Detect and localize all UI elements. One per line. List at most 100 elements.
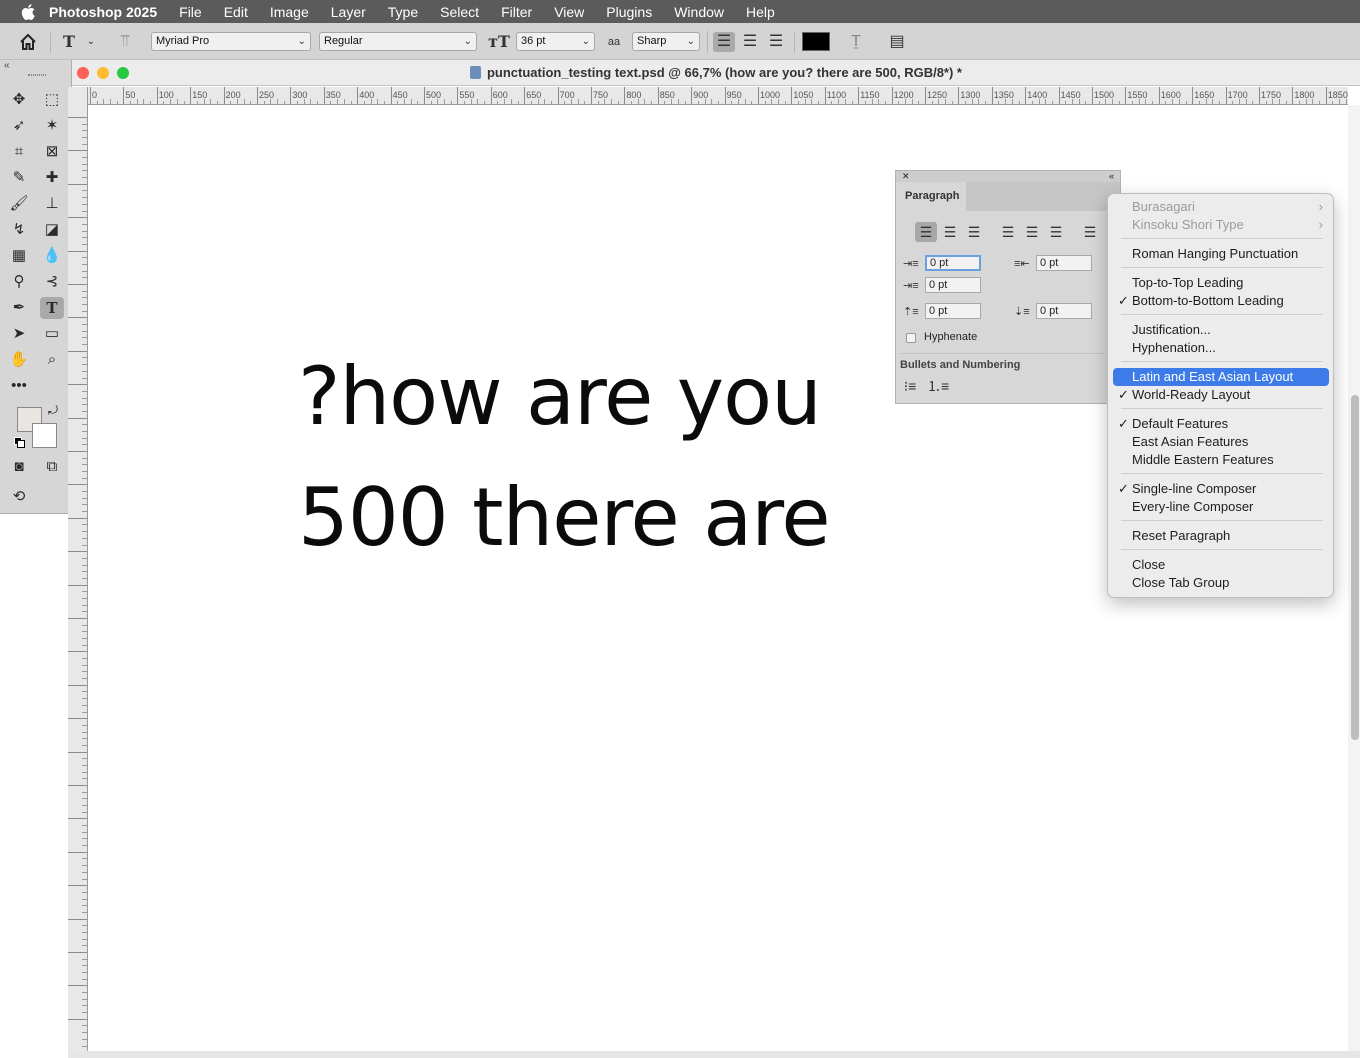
ruler-tick-label: 300 [292,90,308,100]
menu-item-close-tab-group[interactable]: Close Tab Group [1113,574,1329,592]
justify-last-center-icon[interactable]: ☰ [1021,222,1043,242]
close-icon[interactable]: ✕ [902,171,910,182]
background-color-swatch[interactable] [32,423,57,448]
menu-item-middle-eastern-features[interactable]: Middle Eastern Features [1113,451,1329,469]
lasso-tool-icon[interactable]: ➶ [7,115,31,137]
text-orientation-icon[interactable]: ⫪ [114,32,136,52]
collapse-panel-icon[interactable]: « [4,60,10,71]
menu-layer[interactable]: Layer [331,4,366,20]
type-tool-preset-icon[interactable]: T [58,32,80,52]
type-tool-icon[interactable]: T [40,297,64,319]
zoom-tool-icon[interactable]: ⌕ [40,349,64,371]
clone-stamp-tool-icon[interactable]: ⊥ [40,193,64,215]
menu-item-justification[interactable]: Justification... [1113,321,1329,339]
menu-item-latin-east-asian-layout[interactable]: Latin and East Asian Layout [1113,368,1329,386]
menu-item-single-line-composer[interactable]: ✓ Single-line Composer [1113,480,1329,498]
screen-mode-icon[interactable]: ⧉ [40,456,64,478]
home-icon[interactable] [17,32,39,52]
eraser-tool-icon[interactable]: ◪ [40,219,64,241]
text-layer-line-1[interactable]: ?how are you [298,350,822,443]
menu-item-default-features[interactable]: ✓ Default Features [1113,415,1329,433]
gradient-tool-icon[interactable]: ▦ [7,245,31,267]
menu-item-roman-hanging[interactable]: Roman Hanging Punctuation [1113,245,1329,263]
chevron-down-icon[interactable]: ⌄ [80,32,102,52]
eyedropper-tool-icon[interactable]: ✎ [7,167,31,189]
collapse-icon[interactable]: « [1109,171,1114,182]
crop-tool-icon[interactable]: ⌗ [7,141,31,163]
space-before-field[interactable]: 0 pt [925,303,981,319]
menu-filter[interactable]: Filter [501,4,532,20]
apple-icon[interactable] [21,3,35,20]
history-brush-tool-icon[interactable]: ↯ [7,219,31,241]
drag-handle[interactable] [28,74,46,76]
document-tab[interactable]: punctuation_testing text.psd @ 66,7% (ho… [72,65,1360,80]
hand-tool-icon[interactable]: ✋ [7,349,31,371]
menu-item-reset-paragraph[interactable]: Reset Paragraph [1113,527,1329,545]
numbered-list-icon[interactable]: ⒈≡ [927,376,949,396]
align-center-icon[interactable]: ☰ [939,222,961,242]
brush-tool-icon[interactable]: 🖌 [7,193,31,215]
pen-curvature-tool-icon[interactable]: ⊰ [40,271,64,293]
indent-left-field[interactable]: 0 pt [925,255,981,271]
quick-mask-icon[interactable]: ◙ [7,456,31,478]
menu-item-hyphenation[interactable]: Hyphenation... [1113,339,1329,357]
font-style-select[interactable]: Regular ⌄ [319,32,477,51]
vertical-ruler[interactable] [68,87,88,1058]
menu-file[interactable]: File [179,4,202,20]
menu-item-world-ready-layout[interactable]: ✓ World-Ready Layout [1113,386,1329,404]
blur-tool-icon[interactable]: 💧 [40,245,64,267]
default-colors-icon[interactable] [14,437,25,448]
swap-colors-icon[interactable]: ⤾ [48,403,58,418]
hyphenate-checkbox[interactable] [906,333,916,343]
pen-tool-icon[interactable]: ✒ [7,297,31,319]
menu-item-east-asian-features[interactable]: East Asian Features [1113,433,1329,451]
align-right-icon[interactable]: ☰ [963,222,985,242]
menu-help[interactable]: Help [746,4,775,20]
menu-edit[interactable]: Edit [224,4,248,20]
menu-item-top-to-top-leading[interactable]: Top-to-Top Leading [1113,274,1329,292]
edit-toolbar-icon[interactable]: ⟲ [7,486,31,508]
menu-select[interactable]: Select [440,4,479,20]
warp-text-icon[interactable]: Ṯ [845,32,867,52]
path-selection-tool-icon[interactable]: ➤ [7,323,31,345]
magic-wand-tool-icon[interactable]: ✶ [40,115,64,137]
menu-item-bottom-to-bottom-leading[interactable]: ✓ Bottom-to-Bottom Leading [1113,292,1329,310]
indent-right-field[interactable]: 0 pt [1036,255,1092,271]
horizontal-ruler[interactable]: 0 50 100 150 200 250 300 350 400 450 500 550 600 650 7… [88,87,1348,105]
dodge-tool-icon[interactable]: ⚲ [7,271,31,293]
align-right-icon[interactable]: ☰ [765,32,787,52]
font-family-select[interactable]: Myriad Pro ⌄ [151,32,311,51]
font-size-select[interactable]: 36 pt ⌄ [516,32,595,51]
menu-image[interactable]: Image [270,4,309,20]
align-left-icon[interactable]: ☰ [713,32,735,52]
ruler-tick-label: 1650 [1194,90,1215,100]
antialias-select[interactable]: Sharp ⌄ [632,32,700,51]
ruler-tick [68,918,87,920]
vertical-scroll-thumb[interactable] [1351,395,1359,740]
menu-item-close[interactable]: Close [1113,556,1329,574]
align-left-icon[interactable]: ☰ [915,222,937,242]
menu-type[interactable]: Type [388,4,418,20]
more-tools-icon[interactable]: ••• [7,375,31,397]
menu-window[interactable]: Window [674,4,724,20]
character-panel-icon[interactable]: ▤ [886,32,908,52]
menu-view[interactable]: View [554,4,584,20]
menu-item-every-line-composer[interactable]: Every-line Composer [1113,498,1329,516]
align-center-icon[interactable]: ☰ [739,32,761,52]
healing-brush-tool-icon[interactable]: ✚ [40,167,64,189]
justify-last-left-icon[interactable]: ☰ [997,222,1019,242]
text-color-swatch[interactable] [802,32,830,51]
space-after-field[interactable]: 0 pt [1036,303,1092,319]
bullet-list-icon[interactable]: ⁝≡ [899,376,921,396]
rectangle-tool-icon[interactable]: ▭ [40,323,64,345]
justify-last-right-icon[interactable]: ☰ [1045,222,1067,242]
menu-plugins[interactable]: Plugins [606,4,652,20]
text-layer-line-2[interactable]: 500 there are [298,471,831,564]
marquee-tool-icon[interactable]: ⬚ [40,89,64,111]
frame-tool-icon[interactable]: ⊠ [40,141,64,163]
app-name-menu[interactable]: Photoshop 2025 [49,4,157,20]
justify-all-icon[interactable]: ☰ [1079,222,1101,242]
first-line-indent-field[interactable]: 0 pt [925,277,981,293]
move-tool-icon[interactable]: ✥ [7,89,31,111]
tab-paragraph[interactable]: Paragraph [896,182,966,211]
